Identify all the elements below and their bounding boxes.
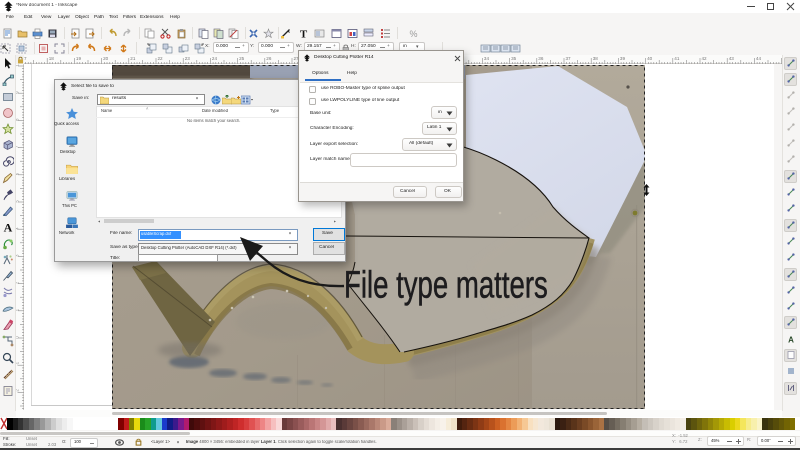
svg-text:24: 24: [212, 56, 218, 61]
svg-text:6: 6: [16, 172, 20, 175]
svg-text:25: 25: [239, 56, 245, 61]
svg-text:8: 8: [16, 118, 20, 121]
svg-text:44: 44: [756, 56, 762, 61]
svg-text:21: 21: [130, 56, 136, 61]
svg-text:10: 10: [16, 64, 20, 67]
svg-text:9: 9: [16, 91, 20, 94]
svg-text:36: 36: [538, 56, 544, 61]
svg-text:A: A: [788, 336, 794, 344]
svg-text:7: 7: [16, 145, 20, 148]
svg-text:23: 23: [185, 56, 191, 61]
svg-text:42: 42: [702, 56, 708, 61]
svg-text:2: 2: [16, 281, 20, 284]
svg-text:19: 19: [76, 56, 82, 61]
svg-text:40: 40: [647, 56, 653, 61]
svg-text:-1: -1: [16, 361, 20, 365]
svg-text:0: 0: [16, 336, 20, 339]
svg-text:37: 37: [566, 56, 572, 61]
svg-text:26: 26: [266, 56, 272, 61]
svg-text:18: 18: [49, 56, 55, 61]
svg-text:5: 5: [16, 200, 20, 203]
svg-text:39: 39: [620, 56, 626, 61]
svg-text:38: 38: [593, 56, 599, 61]
svg-text:22: 22: [158, 56, 164, 61]
svg-text:4: 4: [16, 227, 20, 230]
svg-text:%: %: [409, 29, 417, 39]
svg-text:20: 20: [103, 56, 109, 61]
svg-text:35: 35: [511, 56, 517, 61]
svg-text:-2: -2: [16, 389, 20, 393]
svg-text:34: 34: [484, 56, 490, 61]
svg-text:3: 3: [16, 254, 20, 257]
svg-text:1: 1: [16, 308, 20, 311]
svg-text:T: T: [300, 29, 308, 40]
svg-text:A: A: [4, 221, 13, 233]
svg-text:43: 43: [729, 56, 735, 61]
svg-text:41: 41: [674, 56, 680, 61]
